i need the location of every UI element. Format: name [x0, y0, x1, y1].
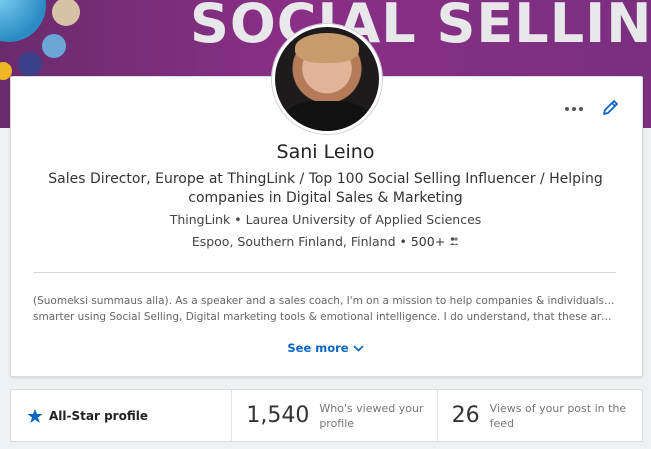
connections-count: 500+	[410, 234, 446, 249]
avatar-shirt	[285, 101, 369, 131]
globe-graphic	[0, 0, 46, 42]
star-icon	[27, 408, 43, 423]
people-icon	[449, 237, 459, 245]
allstar-profile-item[interactable]: All-Star profile	[11, 390, 233, 441]
profile-headline: Sales Director, Europe at ThingLink / To…	[48, 171, 603, 206]
see-more-label: See more	[287, 341, 349, 355]
banner-icon-3	[18, 52, 42, 76]
post-views-label: Views of your post in the feed	[489, 401, 627, 430]
more-actions-button[interactable]	[564, 101, 588, 121]
profile-views-label: Who's viewed your profile	[319, 401, 423, 431]
profile-views-item[interactable]: 1,540 Who's viewed your profile	[232, 390, 438, 441]
edit-profile-button[interactable]	[601, 99, 623, 121]
separator-dot: •	[399, 234, 411, 249]
summary-line-1: (Suomeksi summaus alla). As a speaker an…	[33, 295, 617, 307]
profile-avatar[interactable]	[272, 24, 382, 134]
divider	[33, 272, 616, 273]
profile-orgs: ThingLink • Laurea University of Applied…	[0, 212, 651, 227]
separator-dot: •	[234, 212, 246, 227]
banner-icon-2	[42, 34, 66, 58]
profile-summary: (Suomeksi summaus alla). As a speaker an…	[33, 293, 617, 325]
school-link[interactable]: Laurea University of Applied Sciences	[246, 212, 482, 227]
profile-name: Sani Leino	[276, 141, 375, 163]
profile-views-label-line2: profile	[319, 416, 355, 430]
banner-icon-1	[52, 0, 80, 26]
profile-views-count: 1,540	[246, 403, 310, 428]
connections-link[interactable]: 500+	[411, 234, 459, 249]
more-icon	[565, 107, 583, 111]
pencil-icon	[603, 100, 618, 115]
post-views-count: 26	[451, 403, 480, 428]
allstar-label: All-Star profile	[49, 408, 148, 423]
location-text: Espoo, Southern Finland, Finland	[191, 234, 396, 249]
avatar-hair	[295, 33, 359, 63]
profile-stats: All-Star profile 1,540 Who's viewed your…	[10, 389, 643, 442]
chevron-down-icon	[353, 345, 364, 352]
summary-line-2: smarter using Social Selling, Digital ma…	[33, 311, 617, 323]
profile-views-label-line1: Who's viewed your	[319, 401, 424, 415]
post-views-item[interactable]: 26 Views of your post in the feed	[438, 390, 642, 441]
profile-location: Espoo, Southern Finland, Finland • 500+	[0, 234, 651, 249]
banner-text: SOCIAL SELLING ACA	[190, 0, 651, 55]
see-more-button[interactable]: See more	[0, 341, 651, 355]
company-link[interactable]: ThingLink	[170, 212, 231, 227]
